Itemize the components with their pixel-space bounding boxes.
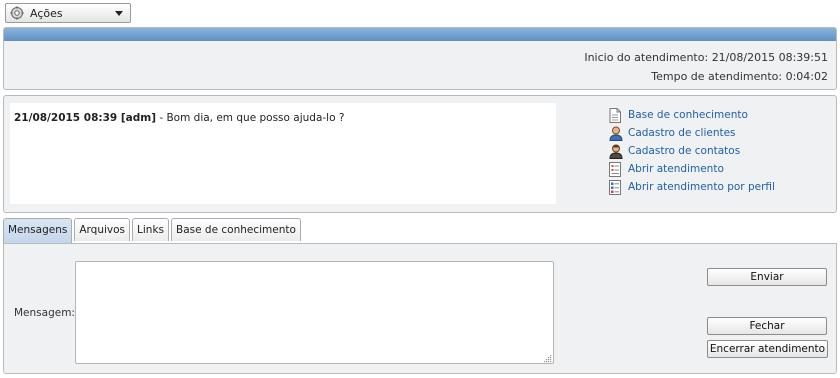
end-attendance-button[interactable]: Encerrar atendimento xyxy=(707,340,828,358)
list-form-icon xyxy=(609,179,623,195)
link-label[interactable]: Abrir atendimento xyxy=(628,163,724,175)
resize-grip-icon[interactable] xyxy=(543,353,552,363)
link-cadastro-contatos[interactable]: Cadastro de contatos xyxy=(609,142,775,160)
actions-label: Ações xyxy=(30,6,63,20)
panel-title-bar xyxy=(4,28,836,41)
link-cadastro-clientes[interactable]: Cadastro de clientes xyxy=(609,124,775,142)
chat-history: 21/08/2015 08:39 [adm] - Bom dia, em que… xyxy=(10,103,556,204)
gear-icon xyxy=(10,6,24,20)
link-base-conhecimento[interactable]: Base de conhecimento xyxy=(609,106,775,124)
send-button[interactable]: Enviar xyxy=(707,268,827,286)
message-input[interactable] xyxy=(75,261,554,364)
tab-arquivos[interactable]: Arquivos xyxy=(74,218,131,241)
duration-value: 0:04:02 xyxy=(785,70,828,83)
attendance-info-panel: Inicio do atendimento: 21/08/2015 08:39:… xyxy=(3,27,837,90)
document-icon xyxy=(609,107,623,123)
tab-mensagens[interactable]: Mensagens xyxy=(3,218,73,243)
chat-message-text: - Bom dia, em que posso ajuda-lo ? xyxy=(156,112,345,124)
chevron-down-icon xyxy=(115,10,123,16)
tab-base-conhecimento[interactable]: Base de conhecimento xyxy=(171,218,301,241)
link-abrir-atendimento-perfil[interactable]: Abrir atendimento por perfil xyxy=(609,178,775,196)
contact-user-icon xyxy=(609,144,623,159)
start-time-value: 21/08/2015 08:39:51 xyxy=(711,51,828,64)
tab-links[interactable]: Links xyxy=(132,218,169,241)
close-button[interactable]: Fechar xyxy=(707,317,827,335)
link-abrir-atendimento[interactable]: Abrir atendimento xyxy=(609,160,775,178)
duration: Tempo de atendimento: 0:04:02 xyxy=(651,70,828,83)
message-panel: Mensagem: Enviar Fechar Encerrar atendim… xyxy=(3,243,837,374)
quick-links: Base de conhecimento Cadastro de cliente… xyxy=(609,106,775,196)
chat-panel: 21/08/2015 08:39 [adm] - Bom dia, em que… xyxy=(3,95,837,213)
tab-bar: Mensagens Arquivos Links Base de conheci… xyxy=(3,218,303,243)
link-label[interactable]: Base de conhecimento xyxy=(628,109,748,121)
link-label[interactable]: Abrir atendimento por perfil xyxy=(628,181,775,193)
user-icon xyxy=(609,126,623,141)
start-time: Inicio do atendimento: 21/08/2015 08:39:… xyxy=(584,51,828,64)
duration-label: Tempo de atendimento: xyxy=(651,70,783,83)
actions-dropdown[interactable]: Ações xyxy=(5,3,131,23)
message-label: Mensagem: xyxy=(14,307,75,319)
chat-message: 21/08/2015 08:39 [adm] - Bom dia, em que… xyxy=(14,112,556,124)
link-label[interactable]: Cadastro de contatos xyxy=(628,145,740,157)
form-icon xyxy=(609,161,623,177)
link-label[interactable]: Cadastro de clientes xyxy=(628,127,736,139)
start-time-label: Inicio do atendimento: xyxy=(584,51,709,64)
chat-message-meta: 21/08/2015 08:39 [adm] xyxy=(14,112,156,124)
